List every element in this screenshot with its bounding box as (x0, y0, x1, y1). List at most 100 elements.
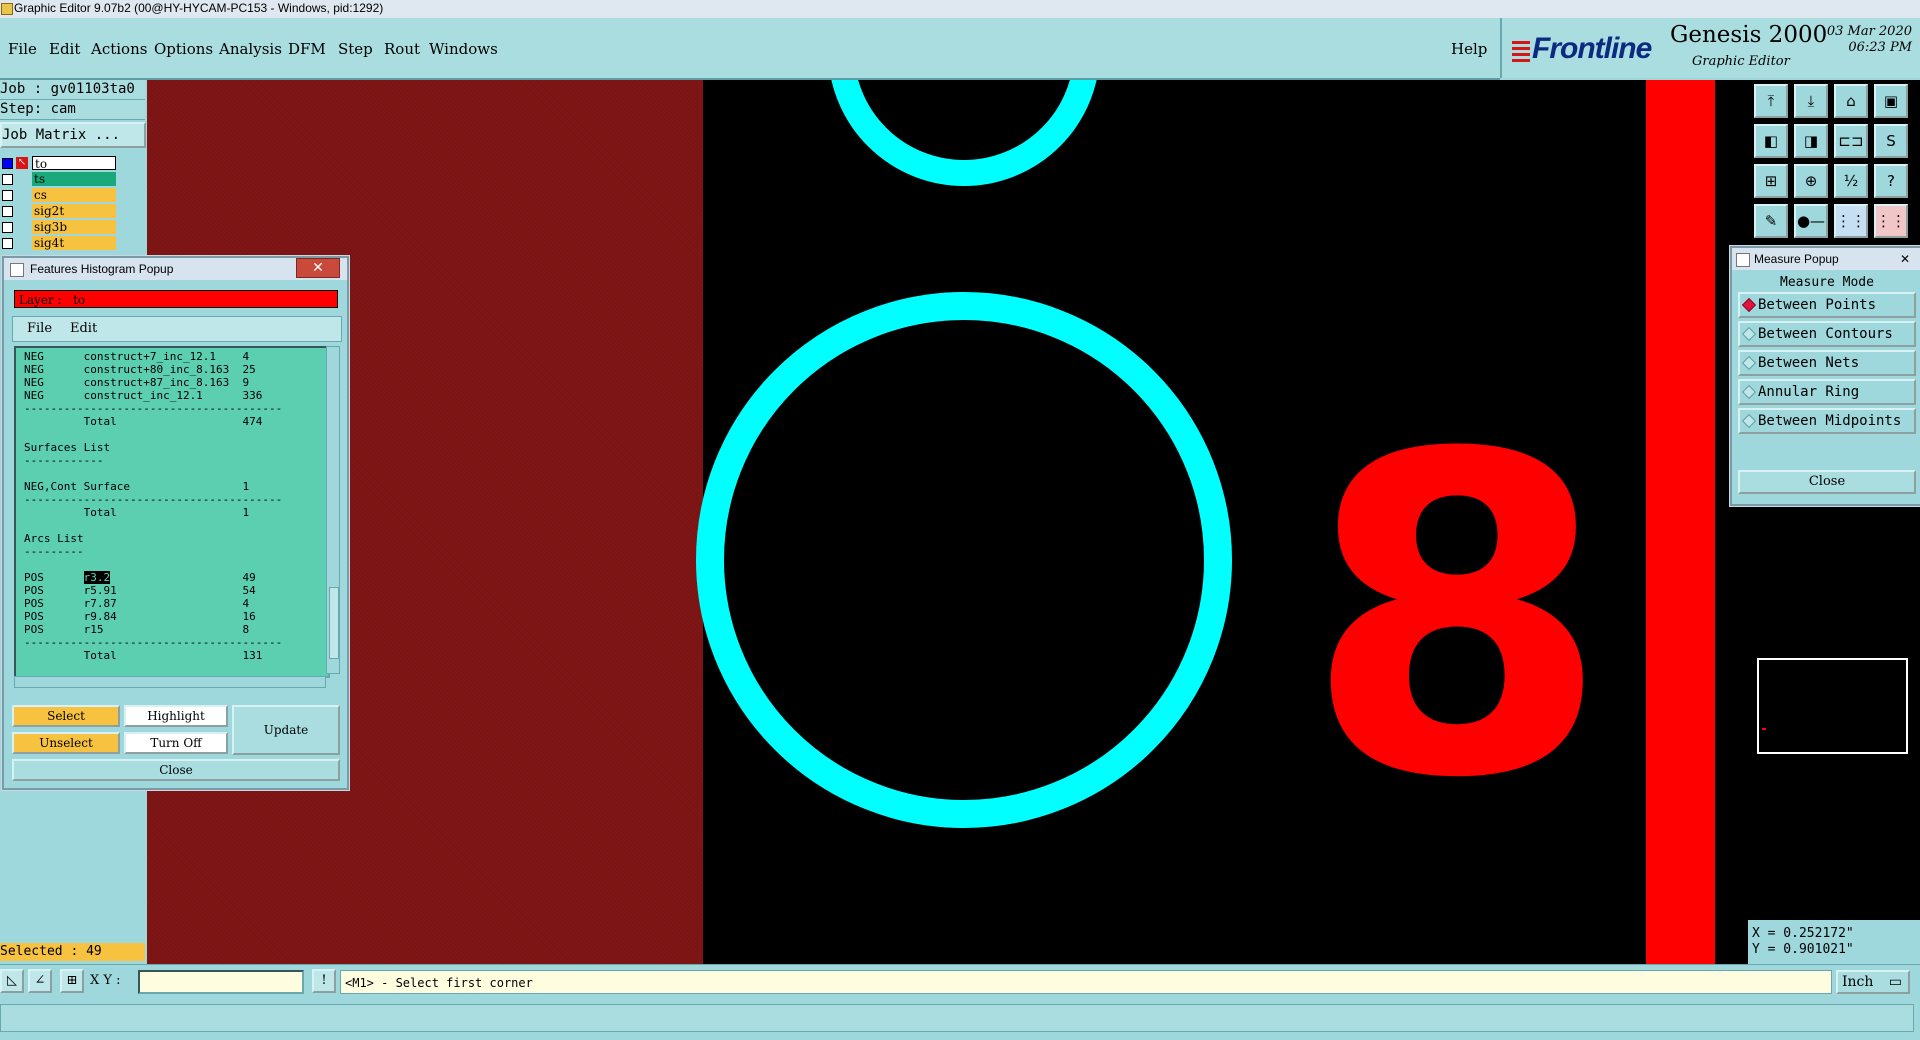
net-red-icon[interactable]: ⋮⋮ (1874, 204, 1908, 238)
histogram-line[interactable] (24, 519, 320, 532)
histogram-line[interactable]: POS r7.87 4 (24, 597, 320, 610)
layer-checkbox[interactable] (2, 206, 13, 217)
turn-off-button[interactable]: Turn Off (124, 732, 228, 754)
ring-feature-top[interactable] (831, 80, 1097, 186)
pin-top-icon[interactable]: ⤒ (1754, 84, 1788, 118)
pan-left-icon[interactable]: ◧ (1754, 124, 1788, 158)
histogram-text: NEG construct+7_inc_12.1 4 NEG construct+… (16, 348, 328, 664)
layer-row-sig3b[interactable]: sig3b (0, 220, 118, 235)
histogram-line[interactable] (24, 428, 320, 441)
layer-checkbox[interactable] (2, 158, 13, 169)
histogram-line[interactable]: Total 1 (24, 506, 320, 519)
update-button[interactable]: Update (232, 705, 340, 755)
histogram-line[interactable]: Surfaces List (24, 441, 320, 454)
unit-selector[interactable]: Inch ▭ (1836, 970, 1910, 994)
histogram-line[interactable]: POS r5.91 54 (24, 584, 320, 597)
menu-windows[interactable]: Windows (429, 40, 498, 58)
draw-mode-icon[interactable]: ◺ (0, 969, 24, 993)
layer-value: to (73, 293, 86, 307)
histogram-line[interactable]: Total 131 (24, 649, 320, 662)
option-between-points[interactable]: Between Points (1738, 292, 1916, 318)
route-icon[interactable]: ●— (1794, 204, 1828, 238)
histogram-line[interactable]: POS r15 8 (24, 623, 320, 636)
layer-checkbox[interactable] (2, 190, 13, 201)
histogram-line[interactable]: --------- (24, 545, 320, 558)
histogram-line[interactable] (24, 467, 320, 480)
unselect-button[interactable]: Unselect (12, 732, 120, 754)
menu-step[interactable]: Step (338, 40, 373, 58)
menu-file[interactable]: File (8, 40, 37, 58)
layer-row-to[interactable]: ↖ to (0, 156, 118, 171)
layer-row-sig4t[interactable]: sig4t (0, 236, 118, 251)
option-annular-ring[interactable]: Annular Ring (1738, 379, 1916, 405)
graphic-canvas[interactable]: 8 (147, 80, 1749, 964)
brand-area: Frontline Genesis 2000 Graphic Editor 03… (1500, 18, 1920, 78)
menu-help[interactable]: Help (1451, 40, 1487, 58)
histogram-line[interactable]: --------------------------------------- (24, 636, 320, 649)
menu-actions[interactable]: Actions (91, 40, 147, 58)
tools-icon[interactable]: ✎ (1754, 204, 1788, 238)
histogram-line[interactable]: Total 474 (24, 415, 320, 428)
zoom-in-icon[interactable]: ⊕ (1794, 164, 1828, 198)
fit-icon[interactable]: ⊏⊐ (1834, 124, 1868, 158)
layer-row-ts[interactable]: ts (0, 172, 118, 187)
red-trace-feature[interactable] (1646, 80, 1715, 964)
histogram-line[interactable]: --------------------------------------- (24, 493, 320, 506)
pan-right-icon[interactable]: ◨ (1794, 124, 1828, 158)
alert-icon[interactable]: ! (312, 969, 336, 993)
scale-1-2-icon[interactable]: ½ (1834, 164, 1868, 198)
snap-icon[interactable]: S (1874, 124, 1908, 158)
histogram-list[interactable]: NEG construct+7_inc_12.1 4 NEG construct+… (14, 346, 330, 678)
menu-analysis[interactable]: Analysis (219, 40, 282, 58)
close-icon[interactable]: ✕ (1900, 248, 1910, 270)
zoom-fit-icon[interactable]: ⊞ (1754, 164, 1788, 198)
histogram-close-button[interactable]: Close (12, 759, 340, 781)
histogram-line[interactable]: Arcs List (24, 532, 320, 545)
window-icon (10, 263, 24, 277)
overview-minimap[interactable] (1757, 658, 1908, 754)
net-icon[interactable]: ⋮⋮ (1834, 204, 1868, 238)
xy-input[interactable] (138, 970, 304, 994)
histogram-line[interactable]: POS r9.84 16 (24, 610, 320, 623)
layer-row-sig2t[interactable]: sig2t (0, 204, 118, 219)
option-between-midpoints[interactable]: Between Midpoints (1738, 408, 1916, 434)
histogram-line[interactable]: --------------------------------------- (24, 402, 320, 415)
select-button[interactable]: Select (12, 705, 120, 727)
scroll-thumb[interactable] (329, 587, 339, 659)
help-icon[interactable]: ? (1874, 164, 1908, 198)
histogram-line[interactable]: NEG construct_inc_12.1 336 (24, 389, 320, 402)
histogram-horizontal-scrollbar[interactable] (14, 676, 326, 688)
angle-mode-icon[interactable]: ∠ (28, 969, 52, 993)
menu-options[interactable]: Options (154, 40, 213, 58)
menu-edit[interactable]: Edit (49, 40, 80, 58)
histogram-line[interactable]: NEG construct+80_inc_8.163 25 (24, 363, 320, 376)
histogram-menu-edit[interactable]: Edit (70, 317, 97, 341)
histogram-line[interactable]: ------------ (24, 454, 320, 467)
text-feature-8[interactable]: 8 (1304, 362, 1610, 874)
measure-close-button[interactable]: Close (1738, 470, 1916, 494)
option-between-nets[interactable]: Between Nets (1738, 350, 1916, 376)
histogram-line[interactable]: NEG construct+7_inc_12.1 4 (24, 350, 320, 363)
option-between-contours[interactable]: Between Contours (1738, 321, 1916, 347)
highlight-button[interactable]: Highlight (124, 705, 228, 727)
histogram-line[interactable]: NEG construct+87_inc_8.163 9 (24, 376, 320, 389)
layout-icon[interactable]: ▣ (1874, 84, 1908, 118)
layer-checkbox[interactable] (2, 238, 13, 249)
layer-checkbox[interactable] (2, 174, 13, 185)
layer-row-cs[interactable]: cs (0, 188, 118, 203)
close-icon[interactable]: ✕ (296, 258, 340, 278)
menu-dfm[interactable]: DFM (288, 40, 326, 58)
histogram-line[interactable]: POS r3.2 49 (24, 571, 320, 584)
histogram-vertical-scrollbar[interactable] (326, 346, 340, 674)
ring-feature-main[interactable] (696, 292, 1232, 828)
job-matrix-button[interactable]: Job Matrix ... (0, 122, 146, 148)
grid-icon[interactable]: ⊞ (60, 969, 84, 993)
bottom-command-bar: ◺ ∠ ⊞ X Y : ! <M1> - Select first corner… (0, 964, 1920, 1001)
histogram-line[interactable] (24, 558, 320, 571)
histogram-menu-file[interactable]: File (27, 317, 52, 341)
home-icon[interactable]: ⌂ (1834, 84, 1868, 118)
layer-checkbox[interactable] (2, 222, 13, 233)
histogram-line[interactable]: NEG,Cont Surface 1 (24, 480, 320, 493)
pin-bottom-icon[interactable]: ⤓ (1794, 84, 1828, 118)
menu-rout[interactable]: Rout (384, 40, 420, 58)
